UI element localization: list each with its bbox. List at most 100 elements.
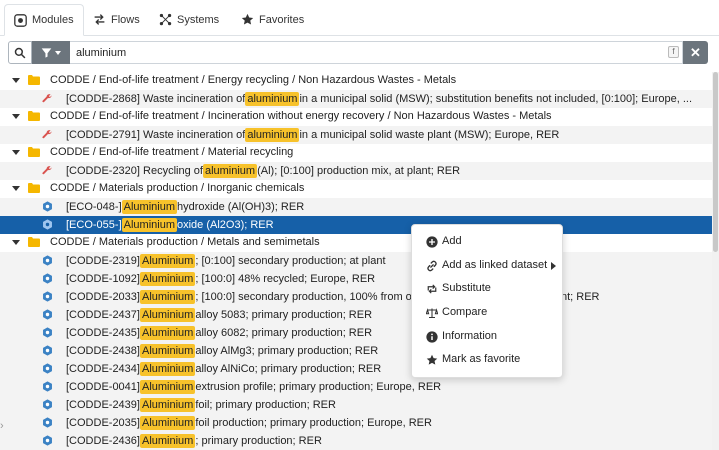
tab-modules-label: Modules <box>32 14 74 26</box>
menu-item-label: Add as linked dataset <box>442 259 548 271</box>
star-icon <box>426 354 438 365</box>
tree-row-label: [CODDE-2791] Waste incineration of alumi… <box>66 128 559 142</box>
tree-row-label: [ECO-048-] Aluminium hydroxide (Al(OH)3)… <box>66 200 304 214</box>
chevron-right-icon[interactable]: › <box>0 420 6 434</box>
tree-row[interactable]: [CODDE-2435] Aluminium alloy 6082; prima… <box>0 324 712 342</box>
label-suffix: alloy 6082; primary production; RER <box>195 327 373 339</box>
tree-folder[interactable]: CODDE / Materials production / Metals an… <box>0 234 712 252</box>
search-match-highlight: Aluminium <box>139 416 196 430</box>
caret-down-icon[interactable] <box>12 240 20 245</box>
process-icon <box>43 219 52 230</box>
modules-icon <box>14 13 27 27</box>
tree-folder[interactable]: CODDE / End-of-life treatment / Energy r… <box>0 72 712 90</box>
tree-row[interactable]: [CODDE-1092] Aluminium; [100:0] 48% recy… <box>0 270 712 288</box>
tab-favorites[interactable]: Favorites <box>232 4 313 35</box>
tab-flows[interactable]: Flows <box>84 4 149 35</box>
tree-folder[interactable]: CODDE / End-of-life treatment / Incinera… <box>0 108 712 126</box>
tree-row[interactable]: [CODDE-2436] Aluminium; primary producti… <box>0 432 712 450</box>
tab-systems-label: Systems <box>177 13 220 26</box>
tree-row[interactable]: [CODDE-0041] Aluminium extrusion profile… <box>0 378 712 396</box>
tree-row[interactable]: [CODDE-2791] Waste incineration of alumi… <box>0 126 712 144</box>
tab-systems[interactable]: Systems <box>150 4 228 35</box>
folder-icon <box>28 75 40 85</box>
menu-item-favorite[interactable]: Mark as favorite <box>412 350 564 370</box>
label-suffix: foil; primary production; RER <box>195 399 336 411</box>
clear-search-button[interactable]: ✕ <box>683 41 708 64</box>
tree-folder[interactable]: CODDE / End-of-life treatment / Material… <box>0 144 712 162</box>
chevron-down-icon <box>55 50 61 55</box>
label-suffix: foil production; primary production; Eur… <box>195 417 432 429</box>
tree-row[interactable]: [CODDE-2033] Aluminium; [100:0] secondar… <box>0 288 712 306</box>
tree-row[interactable]: [CODDE-2439] Aluminium foil; primary pro… <box>0 396 712 414</box>
search-match-highlight: Aluminium <box>139 344 196 358</box>
tree-row-label: [CODDE-2868] Waste incineration of alumi… <box>66 92 692 106</box>
label-suffix: alloy AlMg3; primary production; RER <box>195 345 379 357</box>
folder-icon <box>28 237 40 247</box>
label-prefix: [CODDE-2320] Recycling of <box>66 165 203 177</box>
tree-row[interactable]: [CODDE-2868] Waste incineration of alumi… <box>0 90 712 108</box>
label-suffix: oxide (Al2O3); RER <box>177 219 274 231</box>
menu-item-add-linked[interactable]: Add as linked dataset <box>412 256 564 276</box>
balance-icon <box>426 308 438 319</box>
search-match-highlight: Aluminium <box>139 254 196 268</box>
menu-item-label: Substitute <box>442 282 491 294</box>
tree-row[interactable]: [CODDE-2320] Recycling of aluminium (Al)… <box>0 162 712 180</box>
search-match-highlight: aluminium <box>245 128 300 142</box>
search-button[interactable] <box>8 41 32 64</box>
tree-folder-label: CODDE / End-of-life treatment / Energy r… <box>50 74 457 86</box>
process-icon <box>43 417 52 428</box>
tree-folder[interactable]: CODDE / Materials production / Inorganic… <box>0 180 712 198</box>
tree-row[interactable]: [CODDE-2319] Aluminium; [0:100] secondar… <box>0 252 712 270</box>
tree-row[interactable]: [CODDE-2434] Aluminium alloy AlNiCo; pri… <box>0 360 712 378</box>
label-prefix: [CODDE-2439] <box>66 399 140 411</box>
tree-row-label: [CODDE-2438] Aluminium alloy AlMg3; prim… <box>66 344 378 358</box>
search-match-highlight: Aluminium <box>139 398 196 412</box>
tree-row[interactable]: [CODDE-2437] Aluminium alloy 5083; prima… <box>0 306 712 324</box>
tree-row[interactable]: [CODDE-2035] Aluminium foil production; … <box>0 414 712 432</box>
process-icon <box>43 201 52 212</box>
tab-modules[interactable]: Modules <box>4 4 84 36</box>
label-prefix: [CODDE-1092] <box>66 273 140 285</box>
menu-item-information[interactable]: Information <box>412 327 564 347</box>
process-icon <box>43 399 52 410</box>
process-icon <box>43 309 52 320</box>
info-icon <box>426 331 438 343</box>
menu-item-add[interactable]: Add <box>412 232 564 252</box>
filter-dropdown-button[interactable] <box>32 41 70 64</box>
caret-down-icon[interactable] <box>12 186 20 191</box>
tree-row-label: [CODDE-2319] Aluminium; [0:100] secondar… <box>66 254 386 268</box>
search-input[interactable] <box>70 41 683 64</box>
tree-row-selected[interactable]: [ECO-055-] Aluminium oxide (Al2O3); RER <box>0 216 712 234</box>
flows-icon <box>94 14 105 25</box>
tree-row[interactable]: [CODDE-2438] Aluminium alloy AlMg3; prim… <box>0 342 712 360</box>
process-icon <box>43 363 52 374</box>
submenu-arrow-icon <box>551 262 556 270</box>
caret-down-icon[interactable] <box>12 150 20 155</box>
search-match-highlight: Aluminium <box>139 326 196 340</box>
menu-item-substitute[interactable]: Substitute <box>412 279 564 299</box>
caret-down-icon[interactable] <box>12 78 20 83</box>
navigation-tabs: Modules Flows Systems Favorites <box>0 0 719 36</box>
module-tree: CODDE / End-of-life treatment / Energy r… <box>0 72 712 450</box>
search-match-highlight: Aluminium <box>121 218 177 232</box>
tree-row[interactable]: [ECO-048-] Aluminium hydroxide (Al(OH)3)… <box>0 198 712 216</box>
tree-row-label: [CODDE-2035] Aluminium foil production; … <box>66 416 432 430</box>
caret-down-icon[interactable] <box>12 114 20 119</box>
process-icon <box>43 255 52 266</box>
menu-item-label: Add <box>442 235 462 247</box>
label-suffix: ; [100:0] 48% recycled; Europe, RER <box>195 273 376 285</box>
search-match-highlight: Aluminium <box>139 308 196 322</box>
substitute-icon <box>427 284 437 294</box>
scrollbar-thumb[interactable] <box>713 72 718 252</box>
search-match-highlight: Aluminium <box>139 272 196 286</box>
search-match-highlight: Aluminium <box>121 200 177 214</box>
label-suffix: ; primary production; RER <box>195 435 322 447</box>
label-prefix: [ECO-048-] <box>66 201 122 213</box>
tree-scrollbar[interactable] <box>712 72 719 450</box>
tree-row-label: [CODDE-2436] Aluminium; primary producti… <box>66 434 322 448</box>
menu-item-compare[interactable]: Compare <box>412 303 564 323</box>
context-menu: Add Add as linked dataset Substitute Com… <box>411 224 563 378</box>
formula-badge[interactable]: f <box>668 46 679 58</box>
label-prefix: [CODDE-2033] <box>66 291 140 303</box>
search-bar: f ✕ <box>8 41 708 64</box>
